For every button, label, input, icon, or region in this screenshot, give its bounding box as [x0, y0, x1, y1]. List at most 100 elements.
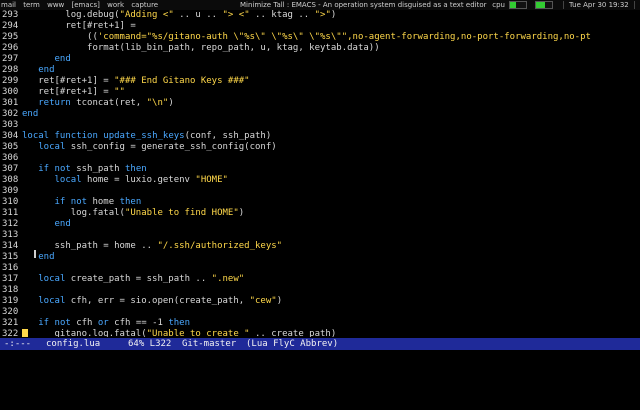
line-number: 302 — [2, 109, 19, 119]
code-line[interactable]: 308 local home = luxio.getenv "HOME" — [0, 175, 640, 186]
line-number: 308 — [2, 175, 19, 185]
code-line[interactable]: 297 end — [0, 54, 640, 65]
code-text: end — [38, 252, 55, 262]
line-number: 313 — [2, 230, 19, 240]
line-number: 301 — [2, 98, 19, 108]
window-title: Minimize Tall : EMACS - An operation sys… — [240, 1, 487, 9]
line-number: 300 — [2, 87, 19, 97]
code-line[interactable]: 306 — [0, 153, 640, 164]
line-number: 297 — [2, 54, 19, 64]
vc-branch: Git-master — [182, 339, 237, 349]
code-line[interactable]: 321 if not cfh or cfh == -1 then — [0, 318, 640, 329]
code-line[interactable]: 295 (('command="%s/gitano-auth \"%s\" \"… — [0, 32, 640, 43]
workspace-tab[interactable]: term — [23, 1, 40, 9]
line-number: 295 — [2, 32, 19, 42]
workspace-tab[interactable]: mail — [1, 1, 16, 9]
line-number: 303 — [2, 120, 19, 130]
code-line[interactable]: 312 end — [0, 219, 640, 230]
minibuffer[interactable] — [0, 350, 640, 360]
code-line[interactable]: 322 gitano.log.fatal("Unable to create "… — [0, 329, 640, 337]
code-line[interactable]: 309 — [0, 186, 640, 197]
separator — [634, 1, 635, 9]
line-number: 309 — [2, 186, 19, 196]
code-text: format(lib_bin_path, repo_path, u, ktag,… — [22, 43, 380, 53]
code-line[interactable]: 303 — [0, 120, 640, 131]
code-line[interactable]: 305 local ssh_config = generate_ssh_conf… — [0, 142, 640, 153]
line-number: 312 — [2, 219, 19, 229]
line-number: 319 — [2, 296, 19, 306]
code-text: ret[#ret+1] = — [22, 21, 136, 31]
line-number: 298 — [2, 65, 19, 75]
code-text: end — [54, 54, 71, 64]
line-number: 299 — [2, 76, 19, 86]
code-text: (('command="%s/gitano-auth \"%s\" \"%s\"… — [22, 32, 591, 42]
line-number: 318 — [2, 285, 19, 295]
editor-buffer[interactable]: 293 log.debug("Adding <" .. u .. "> <" .… — [0, 10, 640, 337]
code-line[interactable]: 314 ssh_path = home .. "/.ssh/authorized… — [0, 241, 640, 252]
workspace-tab[interactable]: work — [107, 1, 124, 9]
line-number: 296 — [2, 43, 19, 53]
code-line[interactable]: 320 — [0, 307, 640, 318]
line-number: 315 — [2, 252, 19, 262]
line-number: 311 — [2, 208, 19, 218]
line-number: 304 — [2, 131, 19, 141]
code-text: ssh_path = home .. "/.ssh/authorized_key… — [22, 241, 283, 251]
line-number: 310 — [2, 197, 19, 207]
buffer-name[interactable]: config.lua — [46, 338, 100, 350]
cursor-position: 64% L322 — [128, 339, 172, 349]
line-number: 316 — [2, 263, 19, 273]
separator — [562, 1, 564, 9]
mouse-pointer-icon — [34, 250, 36, 258]
code-line[interactable]: 299 ret[#ret+1] = "### End Gitano Keys #… — [0, 76, 640, 87]
code-line[interactable]: 318 — [0, 285, 640, 296]
code-line[interactable]: 294 ret[#ret+1] = — [0, 21, 640, 32]
workspace-tab[interactable]: capture — [131, 1, 158, 9]
code-line[interactable]: 293 log.debug("Adding <" .. u .. "> <" .… — [0, 10, 640, 21]
code-text: local cfh, err = sio.open(create_path, "… — [38, 296, 283, 306]
workspace-tab-active[interactable]: [emacs] — [72, 1, 100, 9]
code-line[interactable]: 296 format(lib_bin_path, repo_path, u, k… — [0, 43, 640, 54]
line-number: 305 — [2, 142, 19, 152]
line-number: 293 — [2, 10, 19, 20]
code-line[interactable]: 307 if not ssh_path then — [0, 164, 640, 175]
code-line[interactable]: 313 — [0, 230, 640, 241]
code-line[interactable]: 302 end — [0, 109, 640, 120]
code-text: end — [38, 65, 55, 75]
code-line[interactable]: 304 local function update_ssh_keys(conf, … — [0, 131, 640, 142]
line-number: 320 — [2, 307, 19, 317]
clock: Tue Apr 30 19:32 — [568, 1, 629, 9]
code-text: if not home then — [54, 197, 142, 207]
workspace-tab[interactable]: www — [47, 1, 64, 9]
code-text: log.debug("Adding <" .. u .. "> <" .. kt… — [22, 10, 337, 20]
code-line[interactable]: 317 local create_path = ssh_path .. ".ne… — [0, 274, 640, 285]
code-text: end — [22, 109, 39, 119]
line-number: 307 — [2, 164, 19, 174]
window-manager-bar: mail term www [emacs] work capture Minim… — [0, 0, 640, 10]
code-line[interactable]: 301 return tconcat(ret, "\n") — [0, 98, 640, 109]
code-text: local ssh_config = generate_ssh_config(c… — [38, 142, 277, 152]
code-text: ret[#ret+1] = "" — [22, 87, 125, 97]
code-line[interactable]: 310 if not home then — [0, 197, 640, 208]
buffer-status: -:--- — [4, 339, 32, 349]
code-text: return tconcat(ret, "\n") — [38, 98, 174, 108]
code-line[interactable]: 319 local cfh, err = sio.open(create_pat… — [0, 296, 640, 307]
system-status: cpu Tue Apr 30 19:32 — [492, 0, 638, 10]
code-text: gitano.log.fatal("Unable to create " .. … — [22, 329, 337, 337]
mode-line: -:--- config.lua 64% L322 Git-master (Lu… — [0, 338, 640, 350]
code-line[interactable]: 315 end — [0, 252, 640, 263]
code-text: local home = luxio.getenv "HOME" — [54, 175, 228, 185]
line-number: 314 — [2, 241, 19, 251]
line-number: 321 — [2, 318, 19, 328]
code-line[interactable]: 298 end — [0, 65, 640, 76]
code-text: log.fatal("Unable to find HOME") — [22, 208, 245, 218]
major-minor-modes: (Lua FlyC Abbrev) — [246, 339, 339, 349]
code-text: if not ssh_path then — [38, 164, 147, 174]
code-line[interactable]: 316 — [0, 263, 640, 274]
code-line[interactable]: 311 log.fatal("Unable to find HOME") — [0, 208, 640, 219]
code-text: local create_path = ssh_path .. ".new" — [38, 274, 245, 284]
code-text: ret[#ret+1] = "### End Gitano Keys ###" — [22, 76, 250, 86]
code-text: end — [54, 219, 71, 229]
code-line[interactable]: 300 ret[#ret+1] = "" — [0, 87, 640, 98]
text-cursor — [22, 329, 28, 337]
memory-meter — [535, 1, 554, 9]
